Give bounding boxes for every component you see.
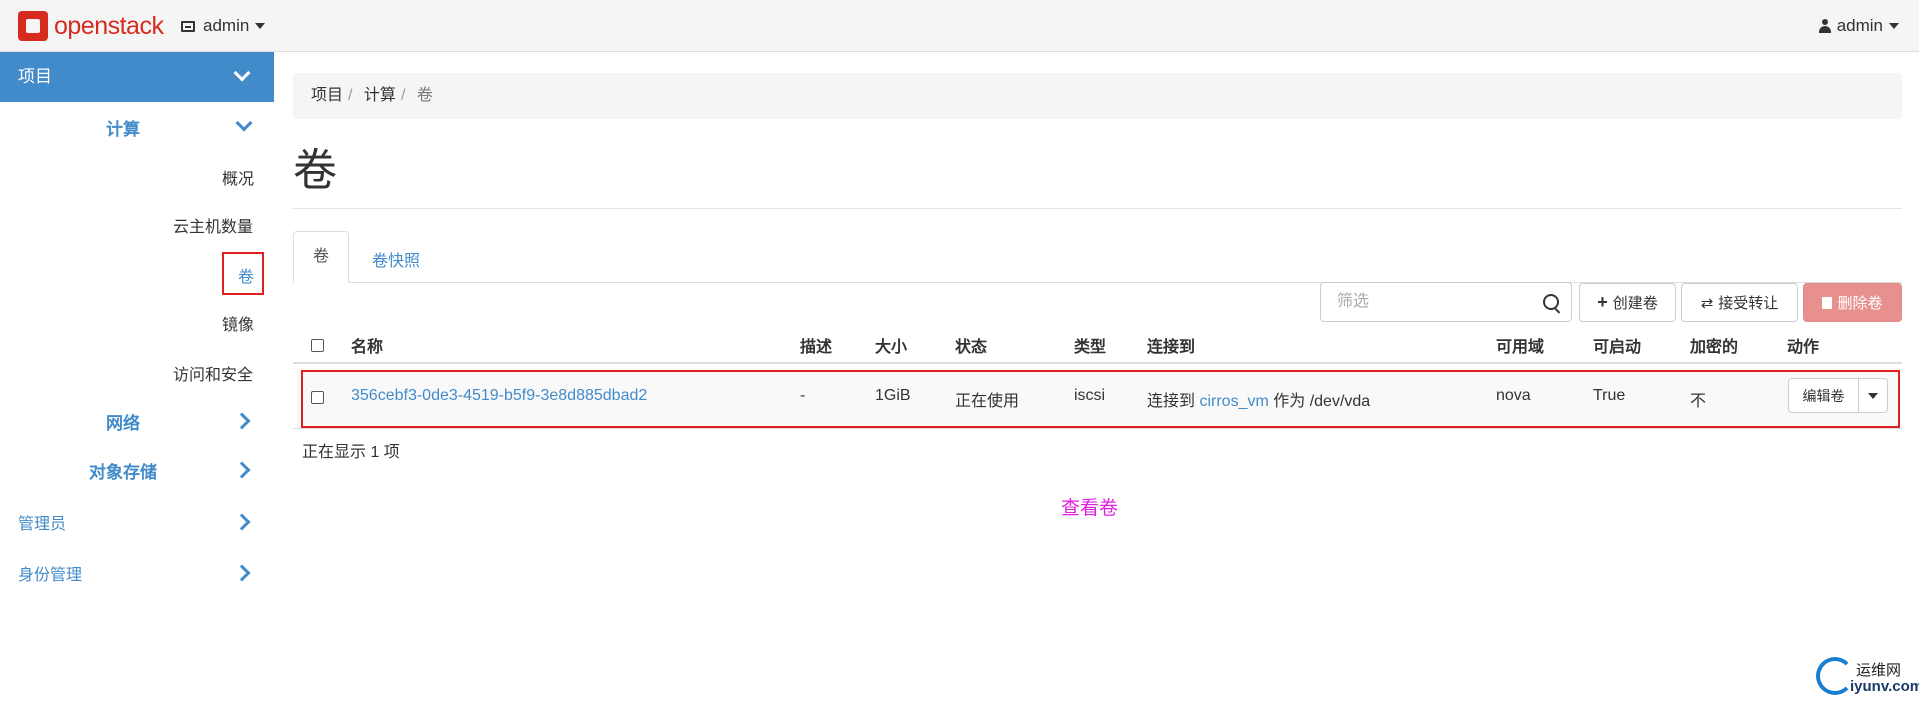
column-header-name[interactable]: 名称 — [351, 333, 383, 357]
sidebar-item-object-storage[interactable]: 对象存储 — [89, 458, 157, 483]
search-icon[interactable] — [1543, 294, 1559, 310]
delete-volumes-button[interactable]: 删除卷 — [1803, 283, 1902, 322]
breadcrumb-item[interactable]: 计算 — [364, 87, 396, 104]
sidebar-item-compute[interactable]: 计算 — [106, 115, 140, 140]
chevron-right-icon — [233, 513, 251, 531]
tab-volumes[interactable]: 卷 — [293, 231, 349, 283]
sidebar-item-admin[interactable]: 管理员 — [18, 510, 66, 534]
filter-field[interactable] — [1320, 282, 1572, 322]
sidebar-item-project[interactable]: 项目 — [0, 52, 274, 102]
project-switcher[interactable]: admin — [181, 16, 266, 36]
chevron-down-icon — [233, 64, 251, 82]
table-item-count: 正在显示 1 项 — [302, 444, 400, 461]
create-volume-label: 创建卷 — [1612, 295, 1658, 312]
highlight-box — [222, 252, 264, 295]
user-menu[interactable]: admin — [1818, 16, 1899, 36]
chevron-right-icon — [233, 461, 251, 479]
delete-volumes-label: 删除卷 — [1837, 295, 1883, 312]
sidebar: 项目 计算 概况 云主机数量 卷 镜像 访问和安全 网络 对象存储 管理员 身份… — [0, 52, 274, 702]
accept-transfer-button[interactable]: ⇄ 接受转让 — [1681, 283, 1798, 322]
openstack-logo[interactable]: openstack — [18, 11, 164, 41]
caret-down-icon — [255, 23, 266, 29]
watermark-logo-icon — [1816, 657, 1854, 695]
divider — [293, 208, 1902, 209]
table-header-divider — [293, 362, 1902, 364]
select-all-checkbox[interactable] — [311, 339, 324, 352]
openstack-logo-icon — [18, 11, 48, 41]
table-row-divider — [293, 428, 1902, 429]
exchange-icon: ⇄ — [1700, 294, 1714, 312]
create-volume-button[interactable]: + 创建卷 — [1579, 283, 1676, 322]
chevron-right-icon — [233, 412, 251, 430]
column-header-encrypted[interactable]: 加密的 — [1690, 333, 1738, 357]
column-header-size[interactable]: 大小 — [875, 333, 907, 357]
top-navbar: openstack admin admin — [0, 0, 1919, 52]
sidebar-item-instances[interactable]: 云主机数量 — [173, 213, 253, 237]
annotation-text: 查看卷 — [1061, 498, 1119, 519]
filter-input[interactable] — [1335, 292, 1539, 312]
project-switcher-label: admin — [203, 16, 250, 35]
accept-transfer-label: 接受转让 — [1718, 295, 1779, 312]
caret-down-icon — [1889, 23, 1899, 29]
sidebar-item-images[interactable]: 镜像 — [222, 311, 254, 335]
watermark-line2: iyunv.com — [1850, 678, 1919, 695]
user-icon — [1818, 19, 1831, 33]
highlight-box — [301, 370, 1900, 428]
chevron-down-icon — [235, 114, 253, 132]
column-header-status[interactable]: 状态 — [955, 333, 987, 357]
plus-icon: + — [1597, 292, 1608, 312]
trash-icon — [1822, 296, 1833, 309]
page-title: 卷 — [293, 146, 337, 195]
sidebar-item-access-security[interactable]: 访问和安全 — [173, 361, 253, 385]
project-icon — [181, 20, 195, 32]
watermark: 运维网 iyunv.com — [1816, 655, 1919, 700]
sidebar-item-overview[interactable]: 概况 — [222, 165, 254, 189]
breadcrumb-item-active: 卷 — [416, 87, 433, 104]
breadcrumb-item[interactable]: 项目 — [311, 87, 343, 104]
user-menu-label: admin — [1836, 16, 1883, 35]
sidebar-item-label: 项目 — [18, 67, 52, 86]
column-header-availability-zone[interactable]: 可用域 — [1496, 333, 1544, 357]
column-header-bootable[interactable]: 可启动 — [1593, 333, 1641, 357]
column-header-actions: 动作 — [1787, 339, 1820, 356]
column-header-type[interactable]: 类型 — [1074, 333, 1106, 357]
breadcrumb: 项目 / 计算 / 卷 — [293, 73, 1902, 119]
column-header-attached-to[interactable]: 连接到 — [1147, 333, 1195, 357]
sidebar-item-identity[interactable]: 身份管理 — [18, 561, 82, 585]
column-header-description[interactable]: 描述 — [800, 333, 832, 357]
chevron-right-icon — [233, 564, 251, 582]
sidebar-item-network[interactable]: 网络 — [106, 409, 140, 434]
watermark-line1: 运维网 — [1856, 662, 1902, 679]
tab-volume-snapshots[interactable]: 卷快照 — [372, 247, 420, 271]
logo-text: openstack — [54, 11, 164, 40]
